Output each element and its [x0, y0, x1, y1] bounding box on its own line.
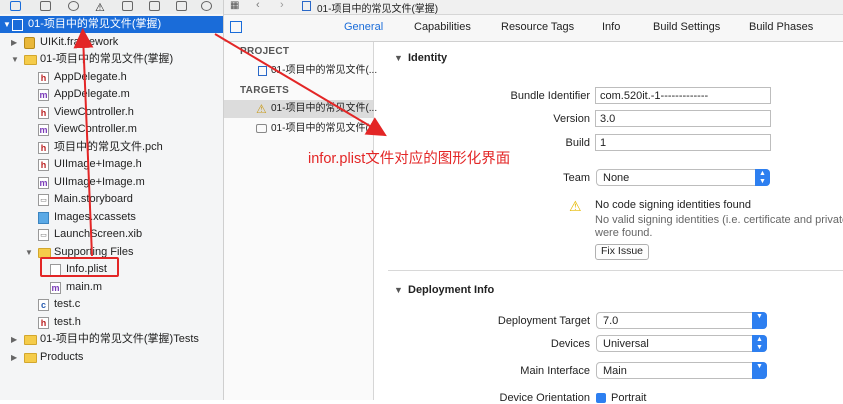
arrow-to-general: [214, 33, 387, 137]
arrow-up: [73, 28, 94, 257]
annotation-arrows: [73, 28, 387, 257]
